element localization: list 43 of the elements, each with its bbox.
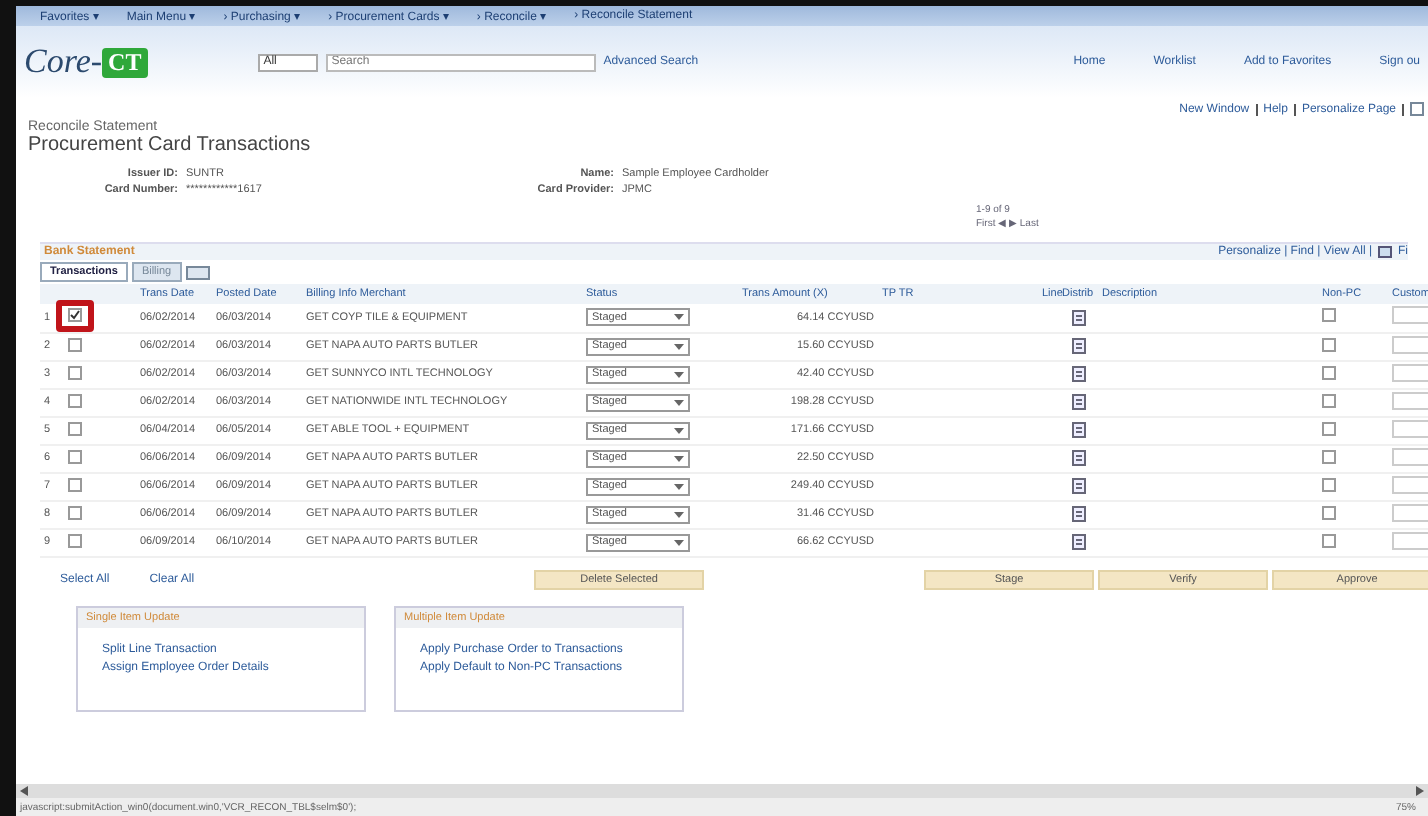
caret-icon	[674, 371, 684, 377]
caret-icon	[674, 343, 684, 349]
grid-icon[interactable]	[1378, 246, 1392, 258]
non-pc-checkbox[interactable]	[1322, 393, 1336, 407]
caret-icon	[674, 483, 684, 489]
row-checkbox[interactable]	[68, 393, 82, 407]
row-checkbox[interactable]	[68, 533, 82, 547]
non-pc-checkbox[interactable]	[1322, 365, 1336, 379]
row-checkbox[interactable]	[68, 505, 82, 519]
scroll-right-icon[interactable]	[1416, 786, 1424, 796]
non-pc-checkbox[interactable]	[1322, 421, 1336, 435]
document-icon[interactable]	[1071, 309, 1085, 326]
document-icon[interactable]	[1071, 506, 1085, 522]
caret-icon	[674, 427, 684, 433]
non-pc-checkbox[interactable]	[1322, 449, 1336, 463]
non-pc-checkbox[interactable]	[1322, 477, 1336, 491]
row-checkbox[interactable]	[68, 308, 82, 323]
non-pc-checkbox[interactable]	[1322, 337, 1336, 351]
caret-icon	[674, 511, 684, 517]
row-checkbox[interactable]	[68, 449, 82, 463]
caret-icon	[674, 455, 684, 461]
logo: Core- CT	[24, 42, 148, 82]
non-pc-checkbox[interactable]	[1322, 533, 1336, 547]
row-checkbox[interactable]	[68, 365, 82, 379]
document-icon[interactable]	[1071, 394, 1085, 410]
caret-icon	[674, 539, 684, 545]
row-checkbox[interactable]	[68, 477, 82, 491]
horizontal-scrollbar[interactable]	[16, 784, 1428, 798]
document-icon[interactable]	[1071, 422, 1085, 438]
highlight-frame	[56, 300, 94, 333]
document-icon[interactable]	[1071, 366, 1085, 382]
page-title: Procurement Card Transactions	[26, 134, 313, 156]
caret-icon	[674, 399, 684, 405]
row-checkbox[interactable]	[68, 421, 82, 435]
document-icon[interactable]	[1071, 338, 1085, 354]
scroll-left-icon[interactable]	[20, 786, 28, 796]
caret-icon	[674, 314, 684, 321]
row-checkbox[interactable]	[68, 337, 82, 351]
document-icon[interactable]	[1071, 478, 1085, 494]
non-pc-checkbox[interactable]	[1322, 308, 1336, 323]
document-icon[interactable]	[1071, 534, 1085, 550]
document-icon[interactable]	[1071, 450, 1085, 466]
non-pc-checkbox[interactable]	[1322, 505, 1336, 519]
